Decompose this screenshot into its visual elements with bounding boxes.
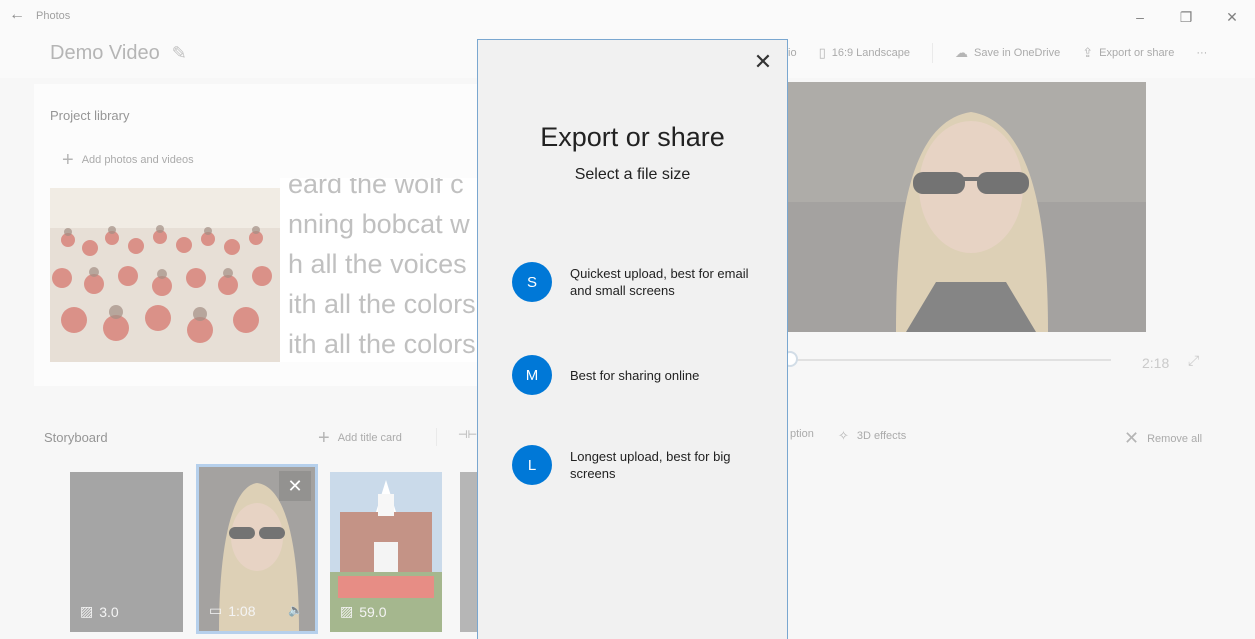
motion-label-partial: ption (790, 428, 814, 440)
storyboard-title: Storyboard (44, 430, 108, 445)
clip-duration: ▭ 1:08 (209, 602, 255, 619)
preview-scrubber-track[interactable] (786, 359, 1111, 361)
lyric-line: eard the wolf c (288, 178, 464, 199)
cloud-upload-icon: ☁ (955, 45, 969, 60)
lyric-line: ith all the colors (288, 329, 476, 359)
back-button[interactable]: ← (6, 4, 28, 26)
window-controls: – ❐ ✕ (1117, 0, 1255, 34)
library-thumbnail-lyrics-video[interactable]: eard the wolf c nning bobcat w h all the… (280, 178, 492, 362)
image-icon: ▨ (340, 603, 354, 619)
clip-duration-text: 1:08 (228, 602, 256, 619)
size-letter-badge: S (512, 262, 552, 302)
3d-effects-icon: ✧ (838, 428, 849, 443)
clip-duration-text: 3.0 (99, 603, 119, 620)
size-option-large[interactable]: L Longest upload, best for big screens (512, 445, 772, 485)
library-thumbnail-crowd-photo[interactable] (50, 188, 280, 362)
trim-icon[interactable]: ⊣⊢ (458, 428, 477, 441)
title-bar: ← Photos – ❐ ✕ (0, 0, 1255, 34)
storyboard-clip[interactable]: ▨ 59.0 (330, 472, 442, 632)
more-icon: ··· (1196, 47, 1208, 59)
size-option-label: Longest upload, best for big screens (570, 449, 731, 481)
remove-all-label: Remove all (1147, 432, 1203, 445)
add-photos-videos-label: Add photos and videos (81, 154, 194, 166)
project-library-title: Project library (50, 108, 130, 123)
lyric-line: h all the voices (288, 249, 467, 279)
fullscreen-icon[interactable]: ⤢ (1188, 352, 1199, 369)
size-letter-badge: L (512, 445, 552, 485)
dialog-close-button[interactable]: ✕ (749, 48, 777, 76)
plus-icon: + (62, 149, 74, 171)
project-library-panel: Project library + Add photos and videos … (34, 84, 492, 386)
lyric-line: ith all the colors (288, 289, 476, 319)
size-option-label: Best for sharing online (570, 367, 700, 383)
save-onedrive-button[interactable]: ☁ Save in OneDrive (955, 45, 1060, 61)
export-share-button[interactable]: ⇪ Export or share (1082, 45, 1174, 61)
size-option-small[interactable]: S Quickest upload, best for email and sm… (512, 262, 772, 302)
storyboard-clip[interactable]: ▨ 3.0 (70, 472, 183, 632)
clip-duration-text: 59.0 (359, 603, 387, 620)
image-icon: ▨ (80, 603, 94, 619)
size-option-label: Quickest upload, best for email and smal… (570, 266, 749, 298)
motion-button-partial[interactable]: ption (790, 428, 814, 440)
project-title: Demo Video ✎ (50, 42, 187, 65)
more-options-button[interactable]: ··· (1196, 47, 1207, 59)
aspect-ratio-label: 16:9 Landscape (831, 47, 911, 59)
remove-clip-button[interactable]: ✕ (279, 471, 311, 501)
remove-all-button[interactable]: ✕ Remove all (1124, 428, 1202, 449)
toolbar-divider (932, 43, 934, 63)
crowd-photo-image (50, 188, 280, 362)
audio-button-partial[interactable]: io (788, 47, 797, 59)
app-name: Photos (36, 10, 71, 22)
aspect-ratio-icon: ▯ (818, 45, 826, 60)
minimize-button[interactable]: – (1117, 0, 1163, 34)
audio-label-partial: io (788, 47, 797, 59)
add-title-card-label: Add title card (337, 432, 402, 444)
clip-duration: ▨ 59.0 (340, 603, 386, 620)
preview-duration: 2:18 (1142, 355, 1170, 371)
3d-effects-label: 3D effects (856, 430, 907, 442)
remove-all-icon: ✕ (1124, 428, 1140, 448)
restore-button[interactable]: ❐ (1163, 0, 1209, 34)
dialog-title: Export or share (540, 122, 725, 152)
plus-icon: + (318, 427, 330, 449)
share-icon: ⇪ (1082, 45, 1094, 60)
add-title-card-button[interactable]: + Add title card (318, 428, 402, 448)
preview-frame-image (786, 82, 1146, 332)
add-photos-videos-button[interactable]: + Add photos and videos (62, 150, 194, 170)
export-share-label: Export or share (1099, 47, 1175, 59)
lyric-line: nning bobcat w (288, 209, 470, 239)
close-window-button[interactable]: ✕ (1209, 0, 1255, 34)
project-title-text: Demo Video (50, 42, 160, 64)
size-option-medium[interactable]: M Best for sharing online (512, 355, 772, 395)
speaker-icon: 🔈 (288, 603, 303, 617)
size-letter-badge: M (512, 355, 552, 395)
edit-pencil-icon[interactable]: ✎ (172, 43, 187, 64)
3d-effects-button[interactable]: ✧ 3D effects (838, 428, 906, 444)
storyboard-clip-selected[interactable]: ✕ ▭ 1:08 🔈 (196, 464, 318, 634)
clip-duration: ▨ 3.0 (80, 603, 119, 620)
storyboard-divider (436, 428, 437, 446)
aspect-ratio-button[interactable]: ▯ 16:9 Landscape (819, 45, 910, 61)
dialog-subtitle: Select a file size (574, 166, 691, 183)
save-onedrive-label: Save in OneDrive (974, 47, 1061, 59)
video-icon: ▭ (209, 602, 223, 618)
video-preview[interactable] (786, 82, 1146, 332)
export-share-dialog: ✕ Export or share Select a file size S Q… (477, 39, 788, 639)
top-toolbar: io ▯ 16:9 Landscape ☁ Save in OneDrive ⇪… (788, 42, 1229, 64)
